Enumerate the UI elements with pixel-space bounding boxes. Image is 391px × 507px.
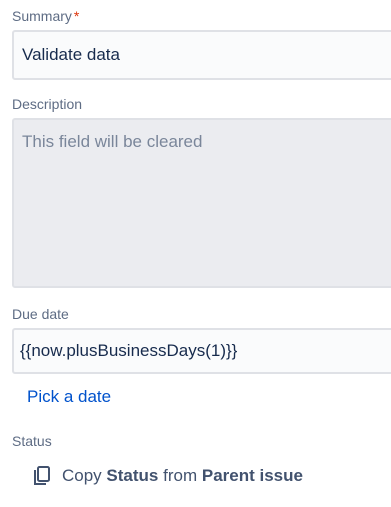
copy-field-name: Status [106,466,159,485]
copy-source-name: Parent issue [201,466,303,485]
copy-from-text: from [163,466,198,485]
pick-a-date-link[interactable]: Pick a date [27,387,111,407]
summary-input-value: Validate data [22,45,120,64]
copy-prefix: Copy [62,466,102,485]
description-label: Description [12,96,83,112]
due-date-input[interactable]: {{now.plusBusinessDays(1)}} [12,328,391,374]
issue-form: Summary * Validate data Description This … [0,0,391,507]
summary-label-text: Summary [12,8,72,24]
summary-input[interactable]: Validate data [12,30,391,80]
description-placeholder: This field will be cleared [22,132,203,151]
copy-icon [32,465,52,487]
summary-label: Summary * [12,8,79,24]
required-asterisk: * [73,8,80,24]
copy-status-row[interactable]: Copy Status from Parent issue [32,465,303,487]
due-date-label: Due date [12,306,69,322]
due-date-value: {{now.plusBusinessDays(1)}} [20,341,238,360]
status-label: Status [12,433,52,449]
description-textarea[interactable]: This field will be cleared [12,118,391,288]
